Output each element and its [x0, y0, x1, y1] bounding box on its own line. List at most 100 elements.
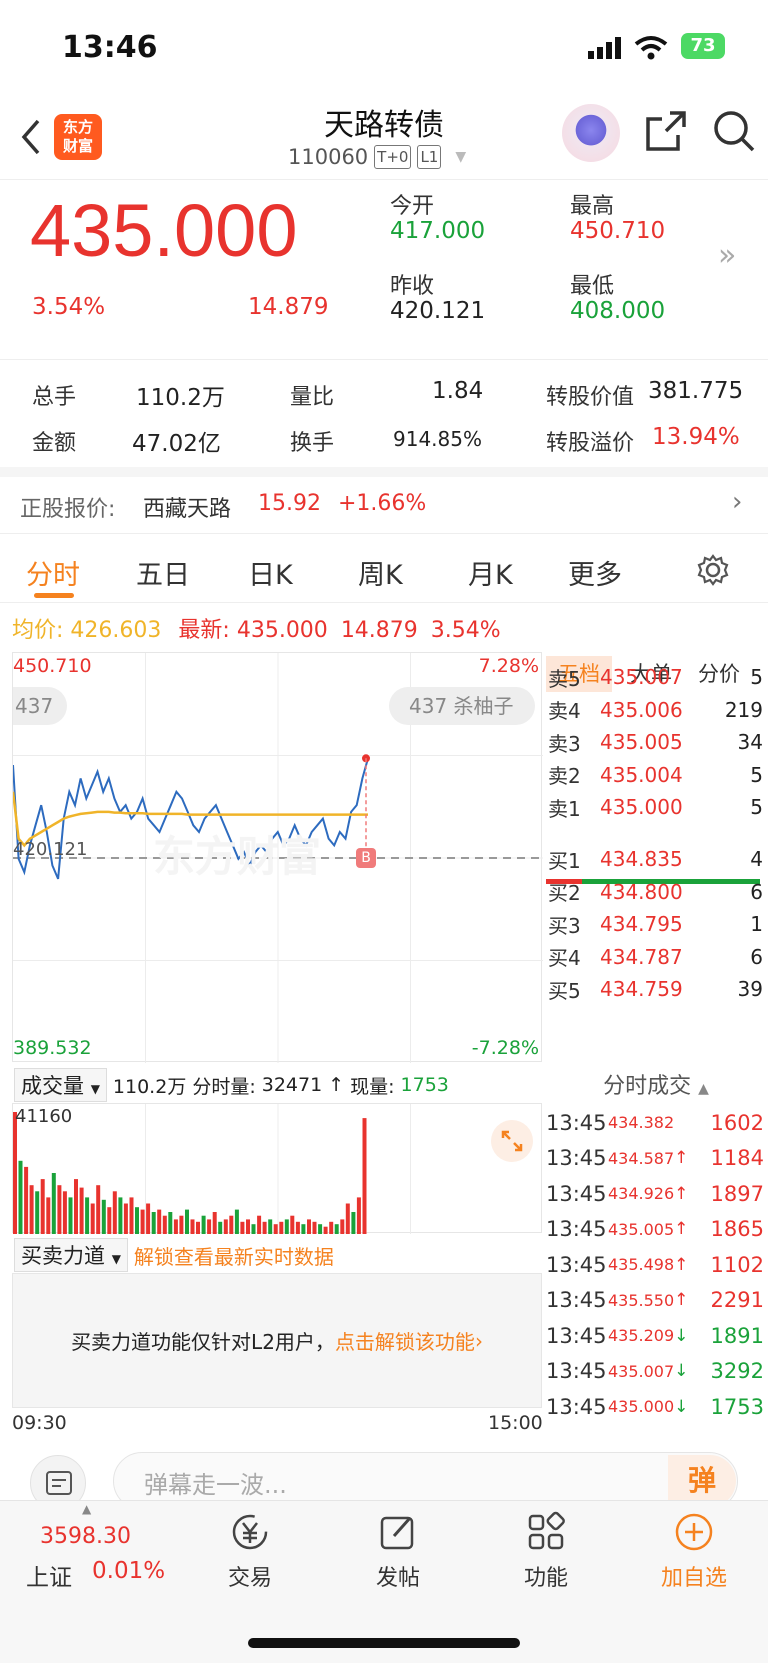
- volume-bar: [345, 1203, 350, 1234]
- orderbook-row[interactable]: 卖5 435.007 5: [548, 660, 763, 694]
- volume-bar: [257, 1215, 262, 1234]
- orderbook-row[interactable]: 卖2 435.004 5: [548, 758, 763, 792]
- orderbook-row[interactable]: 买2 434.800 6: [548, 875, 763, 909]
- volume-bar: [284, 1219, 289, 1234]
- fullscreen-icon[interactable]: [491, 1120, 533, 1162]
- level-volume: 1: [750, 912, 763, 936]
- level-label: 卖3: [548, 731, 581, 756]
- orderbook-row[interactable]: 买1 434.835 4: [548, 842, 763, 876]
- vol-ratio-label: 量比: [290, 385, 335, 410]
- l1-tag: L1: [417, 145, 442, 169]
- orderbook-row[interactable]: 买4 434.787 6: [548, 940, 763, 974]
- battery-icon: 73: [681, 33, 725, 59]
- premium-value: 13.94%: [652, 424, 740, 450]
- index-name[interactable]: 上证: [26, 1558, 72, 1592]
- nav-add-watchlist[interactable]: 加自选: [634, 1510, 754, 1592]
- tab-daily-k[interactable]: 日K: [248, 553, 293, 592]
- index-value[interactable]: 3598.30: [40, 1524, 131, 1549]
- trade-time: 13:45: [546, 1288, 607, 1312]
- tab-intraday[interactable]: 分时: [26, 553, 80, 592]
- volume-bar: [279, 1221, 284, 1234]
- nav-functions[interactable]: 功能: [486, 1510, 606, 1592]
- change-value: 14.879: [248, 294, 329, 320]
- trade-row: 13:45 435.550 ↑ 2291: [546, 1282, 764, 1319]
- level-label: 卖4: [548, 699, 581, 723]
- level-price: 435.007: [600, 665, 683, 689]
- tab-more[interactable]: 更多: [568, 553, 622, 592]
- level-volume: 34: [737, 730, 763, 754]
- volume-bar: [151, 1212, 156, 1234]
- wifi-icon: [634, 36, 668, 60]
- orderbook-row[interactable]: 买5 434.759 39: [548, 972, 763, 1006]
- volume-bar: [262, 1221, 267, 1234]
- security-code-row[interactable]: 110060 T+0 L1 ▼: [288, 145, 466, 169]
- tab-monthly-k[interactable]: 月K: [468, 553, 513, 592]
- settings-gear-icon[interactable]: [696, 553, 730, 587]
- prev-close-label: 昨收: [390, 274, 435, 299]
- volume-chart[interactable]: 41160: [12, 1103, 542, 1234]
- volume-bar: [340, 1219, 345, 1234]
- nav-post[interactable]: 发帖: [338, 1510, 458, 1592]
- level-price: 435.004: [600, 762, 683, 787]
- trade-volume: 2291: [710, 1288, 764, 1312]
- expand-chevron-icon[interactable]: »: [718, 238, 736, 273]
- unlock-link[interactable]: 解锁查看最新实时数据: [134, 1241, 334, 1270]
- volume-bar: [123, 1203, 128, 1234]
- orderbook-row[interactable]: 卖4 435.006 219: [548, 693, 763, 727]
- volume-bar: [29, 1185, 34, 1234]
- change-pct: 3.54%: [32, 294, 106, 320]
- trade-direction-icon: ↓: [674, 1325, 689, 1346]
- volume-bar: [62, 1191, 67, 1234]
- trade-volume: 1897: [710, 1181, 764, 1206]
- post-edit-icon: [380, 1516, 414, 1550]
- amount-value: 47.02亿: [132, 431, 221, 457]
- index-pct[interactable]: 0.01%: [92, 1558, 165, 1584]
- avg-value: 426.603: [70, 618, 162, 643]
- trade-volume: 1102: [710, 1252, 764, 1277]
- trade-time: 13:45: [546, 1146, 607, 1170]
- volume-bar: [85, 1197, 90, 1234]
- trade-time: 13:45: [546, 1217, 607, 1241]
- functions-grid-icon: [528, 1511, 565, 1550]
- level-price: 435.000: [600, 795, 683, 819]
- trades-header[interactable]: 分时成交 ▲: [544, 1068, 768, 1100]
- assistant-avatar-icon[interactable]: [562, 104, 620, 162]
- volume-bar: [190, 1219, 195, 1234]
- watermark: 东方财富: [153, 832, 322, 881]
- orderbook-row[interactable]: 卖1 435.000 5: [548, 790, 763, 824]
- underlying-change: +1.66%: [338, 491, 427, 516]
- trade-volume: 1865: [710, 1217, 764, 1241]
- moneyflow-unlock-link[interactable]: 点击解锁该功能: [335, 1326, 475, 1355]
- underlying-stock-row[interactable]: 正股报价: 西藏天路 15.92 +1.66% ›: [0, 477, 768, 534]
- level-label: 买3: [548, 913, 581, 938]
- trade-direction-icon: ↑: [674, 1148, 689, 1168]
- volume-value: 110.2万: [136, 385, 225, 411]
- orderbook-row[interactable]: 卖3 435.005 34: [548, 725, 763, 759]
- intraday-chart[interactable]: 450.710 7.28% 389.532 -7.28% 437 437 杀柚子…: [12, 652, 543, 1063]
- trade-price: 435.550: [608, 1290, 675, 1310]
- now-value: 1753: [400, 1074, 449, 1096]
- danmu-bubble-left: 437: [13, 687, 67, 725]
- level-label: 卖1: [548, 796, 581, 821]
- search-icon[interactable]: [712, 109, 756, 153]
- tab-five-day[interactable]: 五日: [136, 553, 190, 592]
- level-price: 435.005: [600, 730, 683, 754]
- volume-bar: [362, 1118, 367, 1234]
- trade-volume: 1753: [710, 1394, 764, 1419]
- volume-chart-svg: [13, 1104, 411, 1234]
- volume-bar: [312, 1221, 317, 1234]
- share-icon[interactable]: [644, 109, 688, 153]
- volume-indicator-select[interactable]: 成交量 ▼: [14, 1068, 107, 1102]
- orderbook-row[interactable]: 买3 434.795 1: [548, 907, 763, 941]
- volume-bar: [135, 1207, 139, 1234]
- level-volume: 6: [750, 944, 763, 969]
- low-label: 最低: [570, 274, 615, 299]
- nav-trade[interactable]: 交易: [190, 1510, 310, 1592]
- moneyflow-select[interactable]: 买卖力道 ▼: [14, 1238, 128, 1272]
- buy-marker-icon[interactable]: B: [356, 848, 376, 868]
- trade-row: 13:45 435.498 ↑ 1102: [546, 1246, 764, 1283]
- quote-panel: 435.000 3.54% 14.879 今开 417.000 最高 450.7…: [0, 180, 768, 360]
- trade-direction-icon: ↑: [674, 1290, 689, 1310]
- tab-weekly-k[interactable]: 周K: [358, 553, 403, 592]
- volume-bar: [179, 1215, 184, 1234]
